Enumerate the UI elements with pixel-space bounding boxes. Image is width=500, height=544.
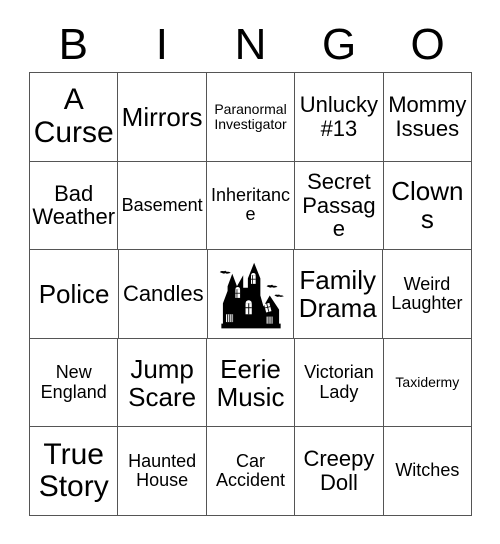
bingo-square-label: Bad Weather	[32, 180, 116, 230]
bingo-square-label: Inheritance	[210, 184, 291, 225]
bingo-header-letter-i: I	[155, 20, 168, 69]
bingo-square[interactable]: Taxidermy	[383, 338, 473, 428]
bingo-square[interactable]: Candles	[119, 250, 209, 339]
bingo-square[interactable]: Inheritance	[206, 161, 296, 251]
bingo-square-label: Basement	[121, 194, 203, 215]
bingo-row: Bad Weather Basement Inheritance Secret …	[30, 161, 473, 251]
bingo-square-label: True Story	[38, 437, 109, 504]
bingo-square-label: Weird Laughter	[391, 273, 463, 313]
bingo-square-label: Family Drama	[298, 264, 377, 323]
bingo-square-label: Taxidermy	[395, 374, 460, 391]
bingo-square[interactable]: True Story	[30, 427, 119, 516]
bingo-square-label: Candles	[122, 281, 204, 307]
bingo-square-label: Clowns	[391, 176, 464, 235]
haunted-house-icon	[208, 250, 292, 338]
bingo-square-label: Mommy Issues	[388, 92, 467, 141]
bingo-square-label: Unlucky #13	[299, 92, 379, 141]
bingo-free-space[interactable]	[208, 250, 294, 339]
bingo-square[interactable]: Mommy Issues	[383, 73, 473, 162]
bingo-square-label: Haunted House	[128, 450, 197, 491]
bingo-row: True Story Haunted House Car Accident Cr…	[30, 427, 473, 516]
bingo-square[interactable]: Mirrors	[118, 73, 207, 162]
bingo-square[interactable]: Witches	[383, 427, 473, 516]
bingo-square[interactable]: A Curse	[30, 73, 119, 162]
bingo-header: B I N G O	[29, 18, 472, 72]
bingo-square[interactable]: Weird Laughter	[382, 250, 473, 339]
bingo-square[interactable]: Unlucky #13	[295, 73, 384, 162]
bingo-square[interactable]: Eerie Music	[206, 338, 296, 428]
bingo-header-letter-b: B	[58, 20, 88, 69]
bingo-square-label: Eerie Music	[216, 353, 285, 412]
bingo-square-label: Victorian Lady	[304, 362, 374, 402]
bingo-square[interactable]: Jump Scare	[118, 338, 207, 428]
bingo-square[interactable]: Car Accident	[206, 427, 296, 516]
bingo-square-label: Police	[38, 278, 110, 309]
bingo-header-letter-g: G	[321, 20, 357, 69]
bingo-row: New England Jump Scare Eerie Music Victo…	[30, 338, 473, 428]
bingo-square-label: Secret Passage	[302, 168, 376, 242]
bingo-square-label: Creepy Doll	[303, 446, 375, 496]
bingo-header-letter-n: N	[234, 20, 267, 69]
bingo-square[interactable]: New England	[30, 338, 119, 428]
bingo-square-label: Car Accident	[215, 450, 286, 491]
bingo-square[interactable]: Creepy Doll	[295, 427, 384, 516]
bingo-square[interactable]: Clowns	[383, 161, 473, 251]
bingo-square-label: Paranormal Investigator	[214, 100, 287, 132]
bingo-row: Police Candles Family Drama Weird Laught…	[30, 250, 473, 339]
bingo-square-label: Witches	[395, 460, 460, 481]
bingo-square[interactable]: Bad Weather	[30, 161, 119, 251]
bingo-square-label: New England	[40, 362, 107, 402]
bingo-header-letter-o: O	[410, 20, 445, 69]
bingo-card: B I N G O A Curse Mirrors Paranormal Inv…	[0, 0, 500, 544]
bingo-square[interactable]: Police	[30, 250, 120, 339]
bingo-square-label: Jump Scare	[128, 353, 197, 412]
bingo-square[interactable]: Basement	[118, 161, 207, 251]
bingo-square[interactable]: Haunted House	[118, 427, 207, 516]
bingo-square-label: Mirrors	[121, 101, 203, 132]
bingo-square-label: A Curse	[33, 83, 114, 149]
bingo-grid: A Curse Mirrors Paranormal Investigator …	[29, 72, 473, 516]
bingo-square[interactable]: Victorian Lady	[295, 338, 384, 428]
bingo-square[interactable]: Paranormal Investigator	[206, 73, 296, 162]
bingo-square[interactable]: Family Drama	[293, 250, 383, 339]
bingo-square[interactable]: Secret Passage	[295, 161, 384, 251]
bingo-row: A Curse Mirrors Paranormal Investigator …	[30, 73, 473, 162]
